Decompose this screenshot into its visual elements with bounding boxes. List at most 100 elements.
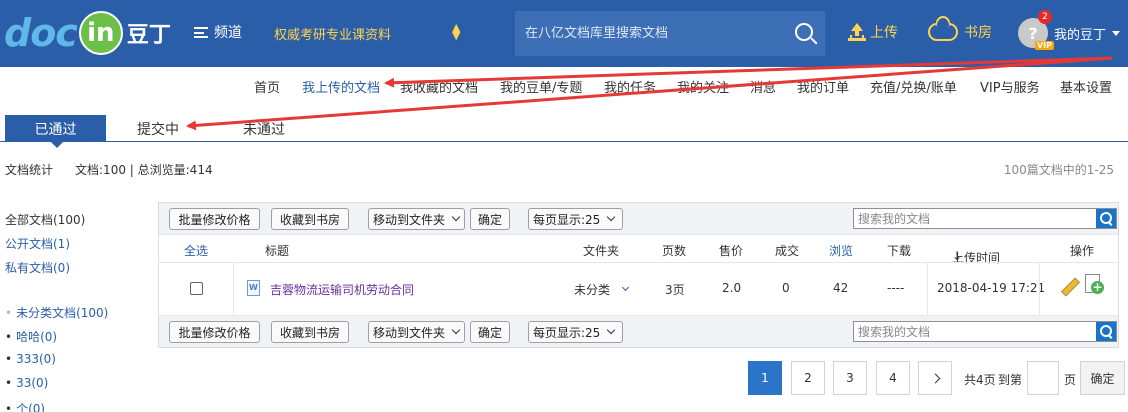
page-unit: 页 bbox=[1064, 373, 1077, 387]
doc-search-input[interactable] bbox=[854, 322, 1096, 341]
subnav-settings[interactable]: 基本设置 bbox=[1060, 77, 1112, 96]
doc-search bbox=[853, 208, 1117, 229]
subnav-my-follows[interactable]: 我的关注 bbox=[677, 77, 729, 96]
subnav-home[interactable]: 首页 bbox=[254, 77, 280, 96]
next-page-button[interactable] bbox=[918, 361, 952, 395]
add-document-icon[interactable] bbox=[1085, 274, 1104, 296]
per-page-select[interactable]: 每页显示:25 bbox=[528, 208, 623, 230]
top-header: doc in 豆丁 频道 权威考研专业课资料 ▲▼ 上传 书房 ? 2 VIP … bbox=[0, 0, 1128, 67]
page-button[interactable]: 3 bbox=[833, 361, 867, 395]
tab-submitting[interactable]: 提交中 bbox=[120, 115, 196, 142]
chevron-down-icon[interactable] bbox=[621, 283, 630, 292]
main-search bbox=[515, 11, 825, 56]
doc-folder[interactable]: 未分类 bbox=[574, 281, 610, 298]
move-folder-select[interactable]: 移动到文件夹 bbox=[368, 208, 465, 230]
avatar[interactable]: ? 2 VIP bbox=[1018, 10, 1054, 50]
subnav-my-lists[interactable]: 我的豆单/专题 bbox=[500, 77, 582, 96]
filter-all-docs[interactable]: 全部文档(100) bbox=[5, 211, 85, 228]
subnav-recharge[interactable]: 充值/兑换/账单 bbox=[870, 77, 957, 96]
result-range: 100篇文档中的1-25 bbox=[1003, 163, 1114, 177]
col-deals: 成交 bbox=[775, 244, 800, 258]
table-row: 吉蓉物流运输司机劳动合同 未分类 3页 2.0 0 42 ---- 2018-0… bbox=[159, 262, 1118, 317]
promo-link[interactable]: 权威考研专业课资料 bbox=[274, 24, 391, 43]
upload-button[interactable]: 上传 bbox=[848, 22, 898, 42]
jump-page-input[interactable] bbox=[1027, 361, 1059, 395]
chevron-down-icon bbox=[451, 212, 461, 222]
doc-title-link[interactable]: 吉蓉物流运输司机劳动合同 bbox=[270, 281, 414, 298]
page-button[interactable]: 4 bbox=[876, 361, 910, 395]
doc-table-panel: 批量修改价格 收藏到书房 移动到文件夹 确定 每页显示:25 全选 标题 文件夹… bbox=[158, 202, 1119, 348]
chevron-down-icon bbox=[451, 325, 461, 335]
subnav-vip[interactable]: VIP与服务 bbox=[980, 77, 1040, 96]
chevron-down-icon bbox=[607, 325, 616, 335]
batch-price-button[interactable]: 批量修改价格 bbox=[169, 208, 260, 230]
col-pages: 页数 bbox=[662, 244, 687, 258]
sort-down-icon: ↓ bbox=[952, 249, 963, 263]
collect-shelf-button[interactable]: 收藏到书房 bbox=[271, 208, 349, 230]
col-downloads: 下载 bbox=[887, 244, 912, 258]
doc-upload-time: 2018-04-19 17:21 bbox=[937, 281, 1046, 295]
col-actions: 操作 bbox=[1070, 244, 1095, 258]
menu-icon bbox=[194, 26, 208, 38]
row-checkbox[interactable] bbox=[190, 282, 203, 295]
page-button[interactable]: 1 bbox=[748, 361, 782, 395]
search-icon[interactable] bbox=[1096, 322, 1116, 341]
subnav-my-tasks[interactable]: 我的任务 bbox=[604, 77, 656, 96]
folder-item[interactable]: 未分类文档(100) bbox=[5, 304, 108, 321]
move-confirm-button[interactable]: 确定 bbox=[470, 321, 510, 343]
move-folder-select[interactable]: 移动到文件夹 bbox=[368, 321, 465, 343]
folder-item[interactable]: 个(0) bbox=[5, 400, 45, 412]
batch-price-button[interactable]: 批量修改价格 bbox=[169, 321, 260, 343]
status-tabs: 已通过 提交中 未通过 bbox=[0, 115, 1128, 148]
upload-label: 上传 bbox=[870, 25, 898, 41]
tab-rejected[interactable]: 未通过 bbox=[228, 115, 300, 142]
pagination: 1 2 3 4 共4页 到第 页 确定 bbox=[0, 361, 1128, 395]
vip-tag: VIP bbox=[1034, 41, 1054, 50]
doc-price: 2.0 bbox=[722, 281, 742, 295]
tab-approved[interactable]: 已通过 bbox=[5, 115, 106, 148]
caret-down-icon bbox=[1112, 30, 1121, 36]
word-doc-icon bbox=[247, 280, 260, 296]
doc-pages: 3页 bbox=[665, 283, 685, 297]
subnav-my-uploads[interactable]: 我上传的文档 bbox=[302, 77, 380, 96]
stats-label: 文档统计 bbox=[5, 163, 54, 177]
main-search-input[interactable] bbox=[515, 26, 777, 41]
notification-badge: 2 bbox=[1038, 10, 1052, 24]
promo-toggle-icon[interactable]: ▲ ▼ bbox=[452, 22, 460, 41]
collect-shelf-button[interactable]: 收藏到书房 bbox=[271, 321, 349, 343]
doc-search-input[interactable] bbox=[854, 209, 1096, 228]
account-subnav: 首页 我上传的文档 我收藏的文档 我的豆单/专题 我的任务 我的关注 消息 我的… bbox=[0, 77, 1128, 96]
chevron-down-icon bbox=[607, 212, 616, 222]
folder-item[interactable]: 哈哈(0) bbox=[5, 328, 57, 345]
doc-views: 42 bbox=[833, 281, 849, 295]
table-toolbar-top: 批量修改价格 收藏到书房 移动到文件夹 确定 每页显示:25 bbox=[159, 203, 1118, 234]
jump-label: 到第 bbox=[998, 373, 1023, 387]
doc-search bbox=[853, 321, 1117, 342]
search-icon[interactable] bbox=[1096, 209, 1116, 228]
cloud-icon bbox=[928, 23, 958, 41]
channel-menu[interactable]: 频道 bbox=[194, 22, 242, 42]
col-views[interactable]: 浏览 bbox=[829, 242, 853, 259]
shelf-label: 书房 bbox=[964, 25, 992, 41]
docin-logo[interactable]: doc in 豆丁 bbox=[4, 6, 171, 60]
subnav-my-favorites[interactable]: 我收藏的文档 bbox=[400, 77, 478, 96]
move-confirm-button[interactable]: 确定 bbox=[470, 208, 510, 230]
jump-go-button[interactable]: 确定 bbox=[1080, 361, 1125, 395]
doc-deals: 0 bbox=[782, 281, 790, 295]
col-price: 售价 bbox=[719, 244, 744, 258]
page-button[interactable]: 2 bbox=[791, 361, 825, 395]
shelf-button[interactable]: 书房 bbox=[928, 22, 992, 42]
my-docin-menu[interactable]: ? 2 VIP 我的豆丁 bbox=[1018, 10, 1121, 50]
select-all[interactable]: 全选 bbox=[184, 242, 208, 259]
col-folder: 文件夹 bbox=[583, 244, 620, 258]
search-icon[interactable] bbox=[795, 23, 813, 41]
filter-private-docs[interactable]: 私有文档(0) bbox=[5, 259, 70, 276]
per-page-select[interactable]: 每页显示:25 bbox=[528, 321, 623, 343]
col-title: 标题 bbox=[265, 244, 290, 258]
filter-public-docs[interactable]: 公开文档(1) bbox=[5, 235, 70, 252]
subnav-messages[interactable]: 消息 bbox=[750, 77, 776, 96]
doc-downloads: ---- bbox=[887, 281, 905, 295]
subnav-my-orders[interactable]: 我的订单 bbox=[797, 77, 849, 96]
table-toolbar-bottom: 批量修改价格 收藏到书房 移动到文件夹 确定 每页显示:25 bbox=[159, 316, 1118, 347]
edit-pencil-icon[interactable] bbox=[1060, 278, 1078, 296]
